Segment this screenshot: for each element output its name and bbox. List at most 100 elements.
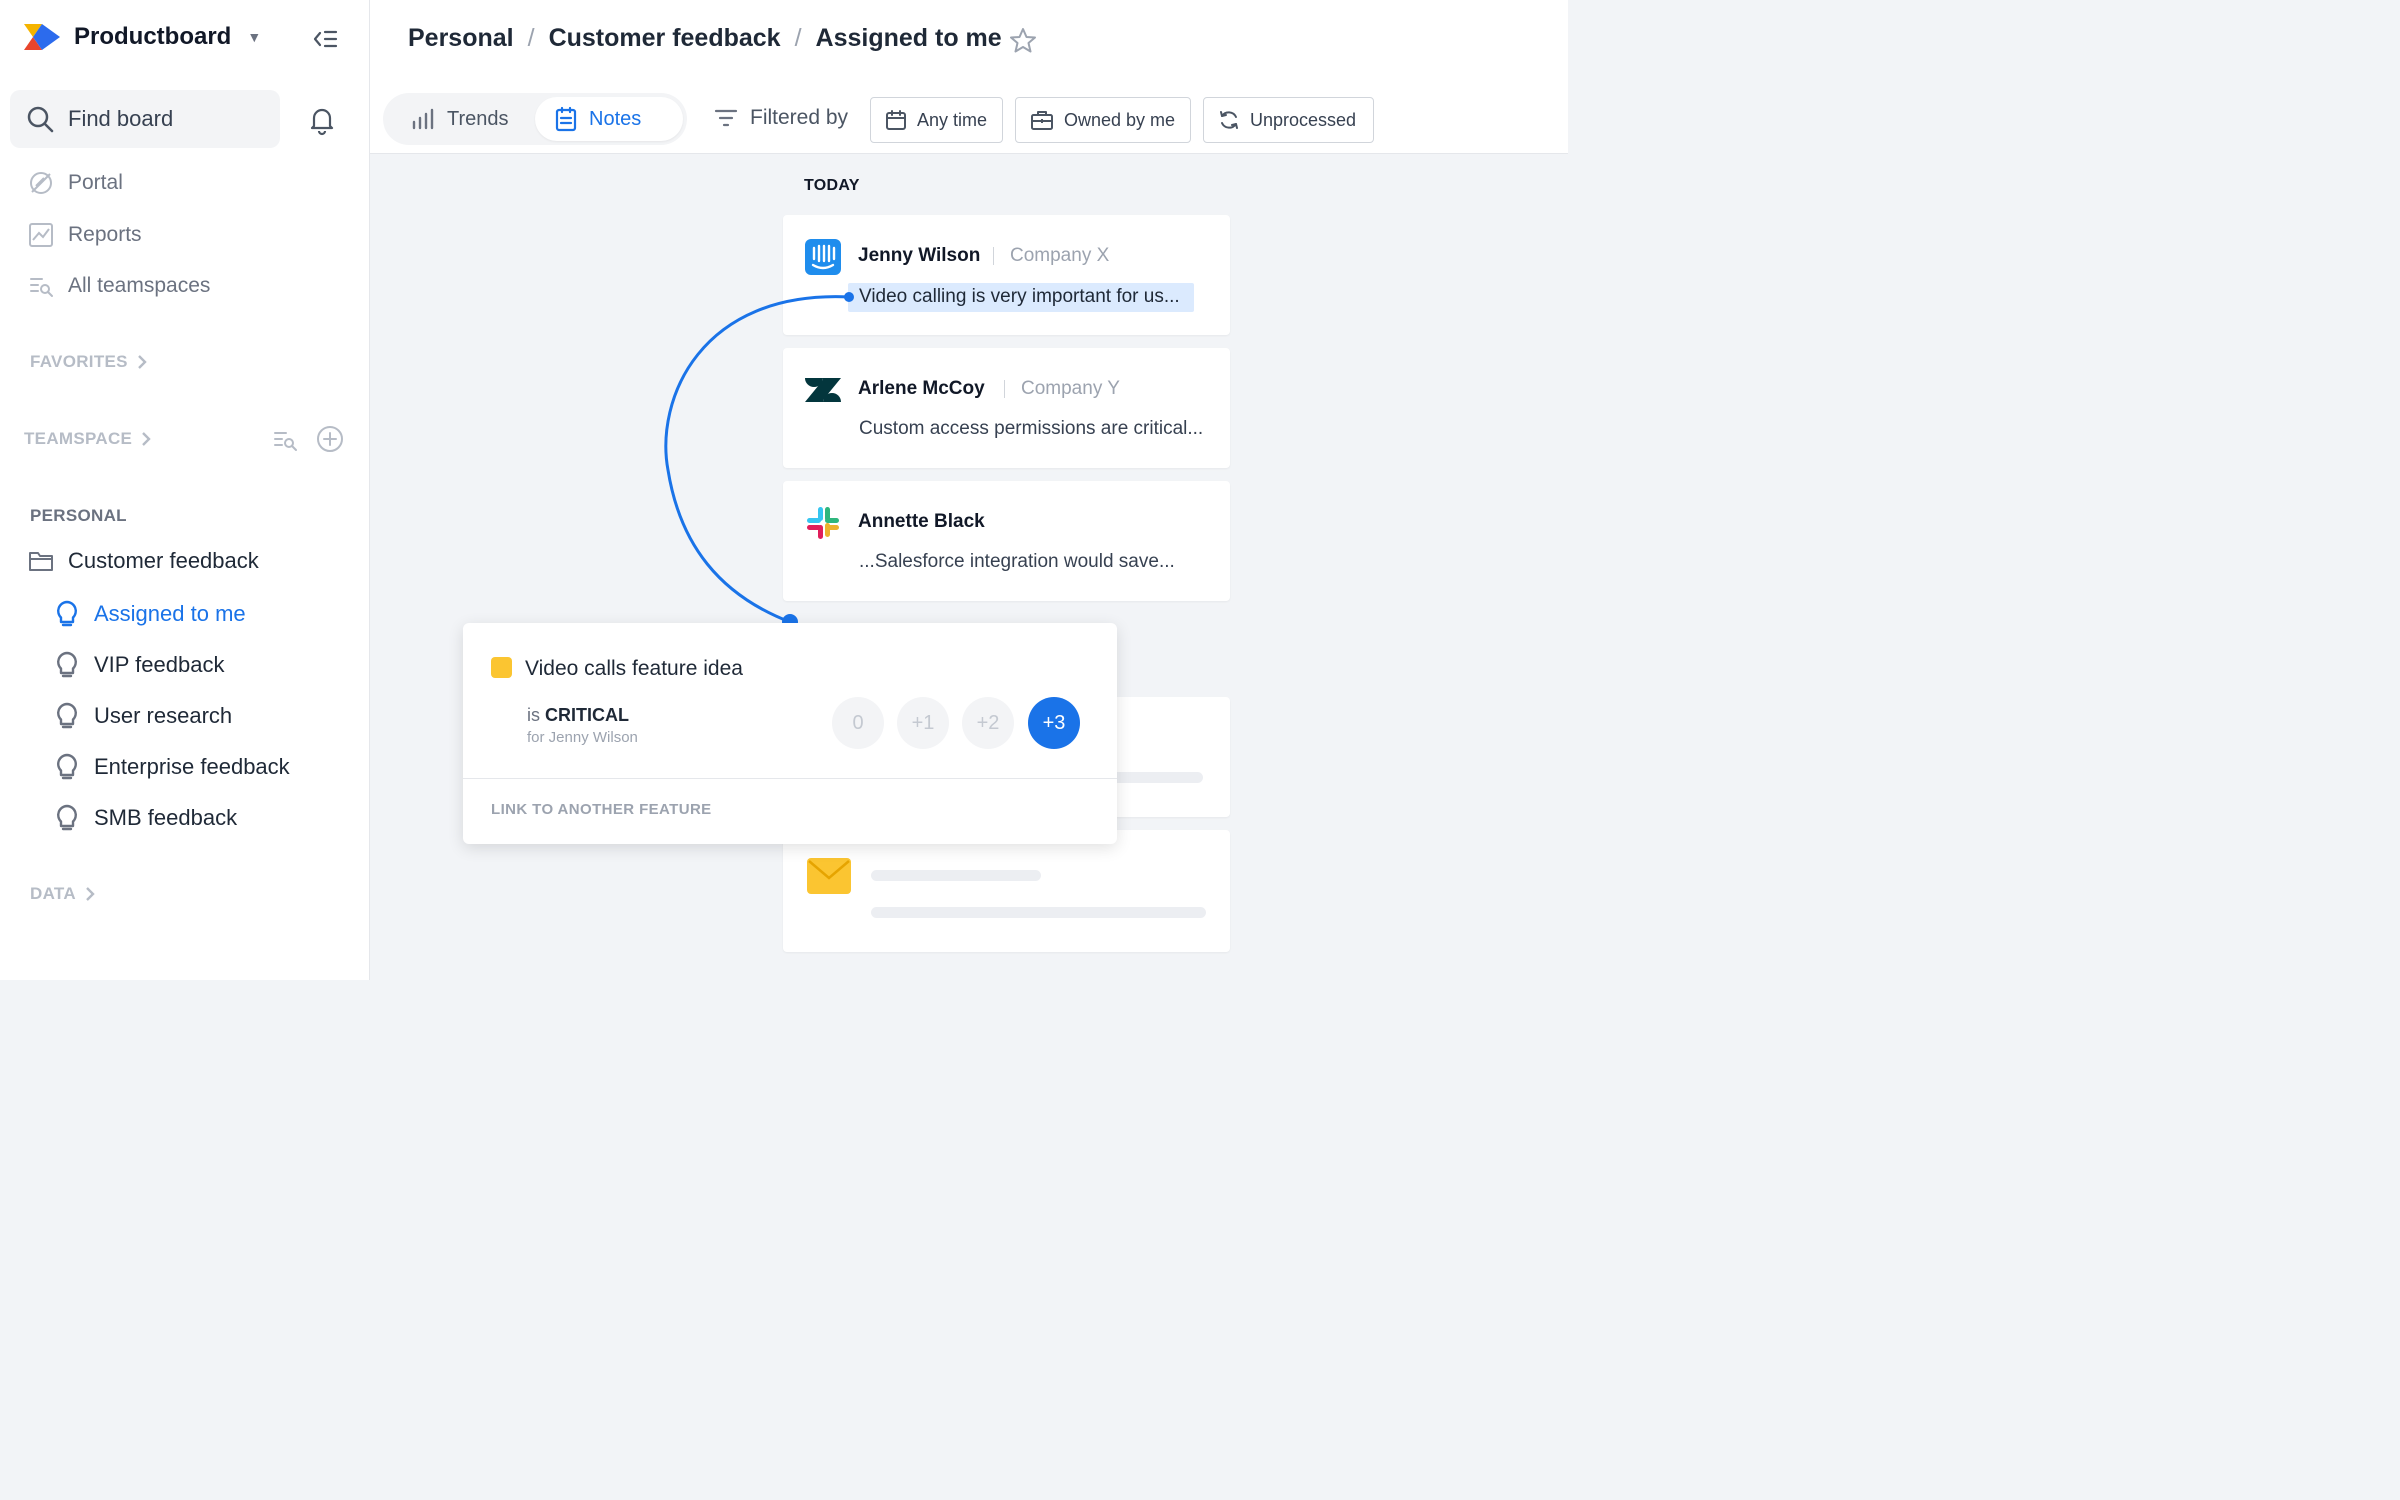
nav-all-teamspaces[interactable]: All teamspaces <box>28 273 210 299</box>
importance-plus2-button[interactable]: +2 <box>962 697 1014 749</box>
zendesk-icon <box>805 378 841 402</box>
note-company: Company X <box>993 245 1109 267</box>
folder-icon <box>29 552 53 571</box>
notes-icon <box>555 106 577 132</box>
breadcrumb-root[interactable]: Personal <box>408 24 514 53</box>
breadcrumb-folder[interactable]: Customer feedback <box>549 24 781 53</box>
note-company-label: Company Y <box>1021 378 1120 399</box>
star-icon[interactable] <box>1008 26 1038 56</box>
filter-chip-owner[interactable]: Owned by me <box>1015 97 1191 143</box>
nav-reports-label: Reports <box>68 223 142 246</box>
board-user-research[interactable]: User research <box>54 702 232 730</box>
filter-chip-status[interactable]: Unprocessed <box>1203 97 1374 143</box>
divider <box>463 778 1117 779</box>
section-favorites-label: FAVORITES <box>30 352 128 371</box>
separator <box>993 247 994 265</box>
portal-icon <box>30 172 52 194</box>
nav-portal-label: Portal <box>68 171 123 194</box>
bell-icon[interactable] <box>306 104 338 136</box>
section-data-label: DATA <box>30 884 76 903</box>
refresh-icon <box>1220 111 1238 129</box>
tab-notes-label: Notes <box>589 107 642 130</box>
feature-title[interactable]: Video calls feature idea <box>525 657 743 681</box>
lightbulb-icon <box>57 600 77 627</box>
section-personal-label: PERSONAL <box>30 506 127 525</box>
feed-group-label: TODAY <box>804 177 860 194</box>
folder-label: Customer feedback <box>68 548 259 573</box>
board-label: SMB feedback <box>94 805 238 830</box>
nav-portal[interactable]: Portal <box>28 170 123 196</box>
lightbulb-icon <box>57 702 77 729</box>
note-snippet: ...Salesforce integration would save... <box>859 551 1175 572</box>
separator <box>1004 380 1005 398</box>
lightbulb-icon <box>57 651 77 678</box>
breadcrumb-separator: / <box>794 24 802 52</box>
feature-color-swatch <box>491 657 512 678</box>
chevron-right-icon <box>142 432 151 446</box>
add-teamspace-icon[interactable] <box>316 425 344 453</box>
brand-name: Productboard <box>74 23 232 50</box>
note-author: Arlene McCoy <box>858 378 985 399</box>
note-card[interactable]: Jenny Wilson Company X <box>783 215 1230 335</box>
sidebar: Productboard ▼ Find board Portal Reports… <box>0 0 370 980</box>
filter-chip-owner-label: Owned by me <box>1064 109 1176 130</box>
importance-plus1-button[interactable]: +1 <box>897 697 949 749</box>
find-board-search[interactable]: Find board <box>10 90 280 148</box>
filtered-by[interactable]: Filtered by <box>714 106 848 130</box>
board-smb-feedback[interactable]: SMB feedback <box>54 804 237 832</box>
breadcrumb-current: Assigned to me <box>815 24 1002 52</box>
note-card[interactable]: Annette Black ...Salesforce integration … <box>783 481 1230 601</box>
collapse-sidebar-icon[interactable] <box>310 26 340 52</box>
board-enterprise-feedback[interactable]: Enterprise feedback <box>54 753 290 781</box>
productboard-logo-icon <box>24 24 60 50</box>
brand[interactable]: Productboard ▼ <box>22 22 261 52</box>
placeholder-line <box>871 870 1041 881</box>
filter-chip-time[interactable]: Any time <box>870 97 1003 143</box>
filter-chip-time-label: Any time <box>917 109 988 130</box>
teamspaces-icon <box>30 278 53 297</box>
slack-icon <box>807 507 839 539</box>
placeholder-line <box>871 907 1206 918</box>
filter-chip-status-label: Unprocessed <box>1250 109 1357 130</box>
bar-chart-icon <box>412 108 434 130</box>
section-personal: PERSONAL <box>30 506 127 526</box>
search-teamspace-icon[interactable] <box>272 427 298 453</box>
importance-line: is CRITICAL <box>527 705 629 726</box>
chevron-right-icon <box>137 355 147 369</box>
board-label: Enterprise feedback <box>94 754 290 779</box>
breadcrumb: Personal / Customer feedback / Assigned … <box>408 24 1002 53</box>
tab-trends[interactable]: Trends <box>391 97 529 141</box>
board-vip-feedback[interactable]: VIP feedback <box>54 651 224 679</box>
folder-customer-feedback[interactable]: Customer feedback <box>28 548 259 574</box>
board-assigned-to-me[interactable]: Assigned to me <box>54 600 246 628</box>
note-snippet: Custom access permissions are critical..… <box>859 418 1204 439</box>
importance-0-button[interactable]: 0 <box>832 697 884 749</box>
lightbulb-icon <box>57 753 77 780</box>
lightbulb-icon <box>57 804 77 831</box>
section-favorites[interactable]: FAVORITES <box>30 352 148 372</box>
importance-prefix: is <box>527 705 540 725</box>
tab-notes[interactable]: Notes <box>535 97 683 141</box>
feature-link-popover: Video calls feature idea is CRITICAL for… <box>463 623 1117 844</box>
note-card[interactable]: Arlene McCoy Company Y Custom access per… <box>783 348 1230 468</box>
note-company-label: Company X <box>1010 245 1110 266</box>
board-label: User research <box>94 703 233 728</box>
caret-down-icon[interactable]: ▼ <box>247 29 261 45</box>
link-another-feature-button[interactable]: LINK TO ANOTHER FEATURE <box>491 801 712 818</box>
importance-for: for Jenny Wilson <box>527 729 638 746</box>
section-teamspace-label: TEAMSPACE <box>24 429 133 448</box>
section-teamspace[interactable]: TEAMSPACE <box>24 429 152 449</box>
note-snippet[interactable]: Video calling is very important for us..… <box>859 286 1180 308</box>
nav-reports[interactable]: Reports <box>28 222 142 248</box>
note-card-placeholder <box>783 830 1230 952</box>
section-data[interactable]: DATA <box>30 884 96 904</box>
nav-all-teamspaces-label: All teamspaces <box>68 274 211 297</box>
board-label: Assigned to me <box>94 601 246 626</box>
importance-plus3-button[interactable]: +3 <box>1028 697 1080 749</box>
calendar-icon <box>886 110 906 130</box>
chevron-right-icon <box>86 887 95 901</box>
view-switcher: Trends Notes <box>383 93 687 145</box>
breadcrumb-separator: / <box>527 24 535 52</box>
search-icon <box>27 106 54 133</box>
importance-value: CRITICAL <box>545 705 630 725</box>
